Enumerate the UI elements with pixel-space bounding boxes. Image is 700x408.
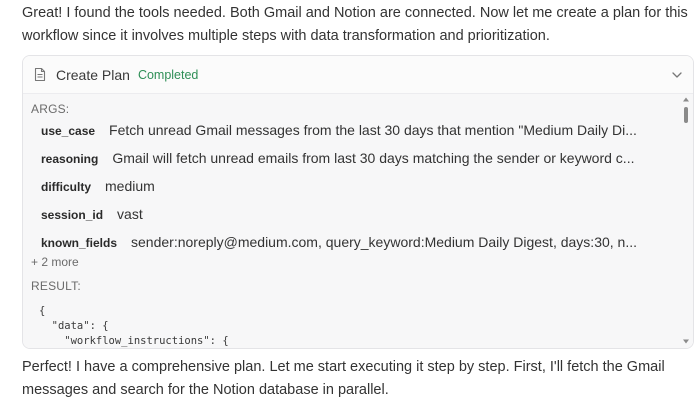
scrollbar-thumb[interactable] bbox=[684, 107, 688, 123]
tool-call-card: Create Plan Completed ARGS: use_case Fet… bbox=[22, 55, 694, 349]
arg-key: known_fields bbox=[41, 236, 118, 250]
arg-key: use_case bbox=[41, 124, 96, 138]
arg-row-use-case: use_case Fetch unread Gmail messages fro… bbox=[41, 122, 673, 138]
chat-transcript: Great! I found the tools needed. Both Gm… bbox=[0, 0, 700, 408]
show-more-args-link[interactable]: + 2 more bbox=[31, 255, 79, 269]
assistant-message-intro: Great! I found the tools needed. Both Gm… bbox=[22, 5, 688, 44]
arg-value: medium bbox=[105, 178, 155, 194]
tool-call-body: ARGS: use_case Fetch unread Gmail messag… bbox=[23, 94, 693, 348]
arg-row-session-id: session_id vast bbox=[41, 206, 673, 222]
document-icon bbox=[33, 67, 49, 83]
tool-call-header[interactable]: Create Plan Completed bbox=[23, 56, 693, 94]
result-label: RESULT: bbox=[31, 279, 81, 293]
arg-row-difficulty: difficulty medium bbox=[41, 178, 673, 194]
arg-value: Fetch unread Gmail messages from the las… bbox=[109, 122, 637, 138]
arg-value: sender:noreply@medium.com, query_keyword… bbox=[131, 234, 637, 250]
arg-key: difficulty bbox=[41, 180, 91, 194]
arg-key: reasoning bbox=[41, 152, 99, 166]
scroll-down-arrow-icon[interactable] bbox=[682, 339, 690, 345]
tool-call-title: Create Plan bbox=[56, 66, 130, 83]
args-label: ARGS: bbox=[31, 102, 70, 116]
arg-key: session_id bbox=[41, 208, 104, 222]
result-code-block: { "data": { "workflow_instructions": { bbox=[39, 305, 229, 347]
arg-value: Gmail will fetch unread emails from last… bbox=[112, 150, 635, 166]
arg-row-known-fields: known_fields sender:noreply@medium.com, … bbox=[41, 234, 673, 250]
status-badge: Completed bbox=[137, 67, 199, 82]
arg-row-reasoning: reasoning Gmail will fetch unread emails… bbox=[41, 150, 673, 166]
scrollbar[interactable] bbox=[682, 97, 690, 345]
scroll-up-arrow-icon[interactable] bbox=[682, 97, 690, 103]
assistant-message-followup: Perfect! I have a comprehensive plan. Le… bbox=[22, 359, 665, 398]
arg-value: vast bbox=[117, 206, 143, 222]
chevron-down-icon[interactable] bbox=[671, 69, 683, 81]
